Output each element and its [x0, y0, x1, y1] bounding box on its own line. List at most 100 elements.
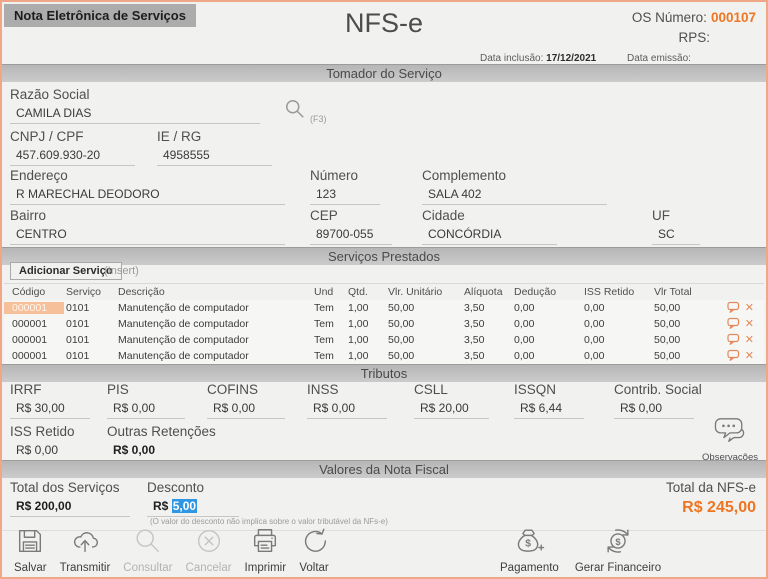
csll-input[interactable]: R$ 20,00 [414, 400, 489, 419]
cell-und[interactable]: Tem [312, 302, 346, 314]
bottom-toolbar: Salvar Transmitir [2, 530, 766, 577]
cell-vlr-unitario[interactable]: 50,00 [386, 302, 462, 314]
desconto-input[interactable]: R$ 5,00 [147, 498, 239, 517]
row-delete-icon[interactable]: ✕ [745, 319, 754, 329]
pis-input[interactable]: R$ 0,00 [107, 400, 185, 419]
cell-descricao[interactable]: Manutenção de computador [116, 350, 312, 362]
cell-servico[interactable]: 0101 [64, 318, 116, 330]
cell-codigo[interactable]: 000001 [4, 318, 64, 330]
cell-aliquota[interactable]: 3,50 [462, 334, 512, 346]
razao-social-input[interactable]: CAMILA DIAS [10, 105, 260, 124]
cell-und[interactable]: Tem [312, 350, 346, 362]
cell-aliquota[interactable]: 3,50 [462, 302, 512, 314]
consult-button[interactable]: Consultar [123, 526, 172, 574]
cell-deducao[interactable]: 0,00 [512, 350, 582, 362]
issqn-input[interactable]: R$ 6,44 [514, 400, 584, 419]
print-button[interactable]: Imprimir [245, 526, 287, 574]
cancel-button[interactable]: Cancelar [186, 526, 232, 574]
cidade-input[interactable]: CONCÓRDIA [422, 226, 557, 245]
total-nfse-field: Total da NFS-e R$ 245,00 [666, 480, 756, 517]
iss-retido-input[interactable]: R$ 0,00 [10, 442, 88, 461]
ie-rg-field: IE / RG 4958555 [157, 129, 272, 166]
row-delete-icon[interactable]: ✕ [745, 303, 754, 313]
contrib-social-input[interactable]: R$ 0,00 [614, 400, 694, 419]
payment-button[interactable]: $ Pagamento [500, 526, 559, 574]
row-comment-icon[interactable] [727, 317, 740, 332]
cell-vlr-unitario[interactable]: 50,00 [386, 350, 462, 362]
inss-input[interactable]: R$ 0,00 [307, 400, 387, 419]
back-button[interactable]: Voltar [299, 526, 329, 574]
pis-label: PIS [107, 382, 185, 397]
cell-qtd[interactable]: 1,00 [346, 302, 386, 314]
ie-rg-input[interactable]: 4958555 [157, 147, 272, 166]
transmit-button[interactable]: Transmitir [60, 526, 111, 574]
desconto-selected-value: 5,00 [172, 499, 197, 513]
col-aliquota: Alíquota [462, 286, 512, 298]
col-servico: Serviço [64, 286, 116, 298]
row-delete-icon[interactable]: ✕ [745, 335, 754, 345]
cell-qtd[interactable]: 1,00 [346, 334, 386, 346]
uf-input[interactable]: SC [652, 226, 700, 245]
payment-label: Pagamento [500, 562, 559, 574]
cell-qtd[interactable]: 1,00 [346, 318, 386, 330]
print-label: Imprimir [245, 562, 287, 574]
row-comment-icon[interactable] [727, 301, 740, 316]
generate-financial-button[interactable]: $ Gerar Financeiro [575, 526, 661, 574]
cell-codigo[interactable]: 000001 [4, 350, 64, 362]
endereco-label: Endereço [10, 168, 285, 183]
cell-aliquota[interactable]: 3,50 [462, 318, 512, 330]
bairro-input[interactable]: CENTRO [10, 226, 285, 245]
cell-vlr-total[interactable]: 50,00 [652, 350, 720, 362]
add-service-hint: (Insert) [104, 265, 139, 277]
row-comment-icon[interactable] [727, 349, 740, 364]
row-comment-icon[interactable] [727, 333, 740, 348]
cell-vlr-total[interactable]: 50,00 [652, 334, 720, 346]
cofins-input[interactable]: R$ 0,00 [207, 400, 285, 419]
numero-input[interactable]: 123 [310, 186, 380, 205]
cell-deducao[interactable]: 0,00 [512, 302, 582, 314]
search-icon[interactable] [283, 97, 307, 126]
cell-vlr-unitario[interactable]: 50,00 [386, 318, 462, 330]
cell-iss-retido[interactable]: 0,00 [582, 350, 652, 362]
cell-deducao[interactable]: 0,00 [512, 334, 582, 346]
cell-descricao[interactable]: Manutenção de computador [116, 302, 312, 314]
cell-aliquota[interactable]: 3,50 [462, 350, 512, 362]
complemento-field: Complemento SALA 402 [422, 168, 607, 205]
cell-und[interactable]: Tem [312, 318, 346, 330]
tomador-search[interactable]: (F3) [283, 97, 327, 126]
cidade-label: Cidade [422, 208, 557, 223]
row-delete-icon[interactable]: ✕ [745, 351, 754, 361]
cnpj-input[interactable]: 457.609.930-20 [10, 147, 135, 166]
cell-iss-retido[interactable]: 0,00 [582, 334, 652, 346]
generate-financial-icon: $ [602, 526, 634, 561]
cell-servico[interactable]: 0101 [64, 350, 116, 362]
cell-codigo[interactable]: 000001 [4, 302, 64, 314]
irrf-input[interactable]: R$ 30,00 [10, 400, 90, 419]
service-row[interactable]: 000001 0101 Manutenção de computador Tem… [4, 348, 764, 364]
cell-vlr-unitario[interactable]: 50,00 [386, 334, 462, 346]
service-row[interactable]: 000001 0101 Manutenção de computador Tem… [4, 332, 764, 348]
complemento-input[interactable]: SALA 402 [422, 186, 607, 205]
section-tributos-header: Tributos [2, 364, 766, 382]
cell-servico[interactable]: 0101 [64, 302, 116, 314]
service-row[interactable]: 000001 0101 Manutenção de computador Tem… [4, 316, 764, 332]
service-row[interactable]: 000001 0101 Manutenção de computador Tem… [4, 300, 764, 316]
outras-retencoes-input[interactable]: R$ 0,00 [107, 442, 197, 461]
desconto-label: Desconto [147, 480, 239, 495]
cell-vlr-total[interactable]: 50,00 [652, 318, 720, 330]
col-vlr-unitario: Vlr. Unitário [386, 286, 462, 298]
cell-servico[interactable]: 0101 [64, 334, 116, 346]
save-button[interactable]: Salvar [14, 526, 47, 574]
cell-iss-retido[interactable]: 0,00 [582, 302, 652, 314]
cell-deducao[interactable]: 0,00 [512, 318, 582, 330]
endereco-input[interactable]: R MARECHAL DEODORO [10, 186, 285, 205]
observacoes-button[interactable]: Observações [702, 416, 758, 463]
cell-qtd[interactable]: 1,00 [346, 350, 386, 362]
cell-vlr-total[interactable]: 50,00 [652, 302, 720, 314]
cep-input[interactable]: 89700-055 [310, 226, 392, 245]
cell-descricao[interactable]: Manutenção de computador [116, 318, 312, 330]
cell-codigo[interactable]: 000001 [4, 334, 64, 346]
cell-iss-retido[interactable]: 0,00 [582, 318, 652, 330]
cell-descricao[interactable]: Manutenção de computador [116, 334, 312, 346]
cell-und[interactable]: Tem [312, 334, 346, 346]
